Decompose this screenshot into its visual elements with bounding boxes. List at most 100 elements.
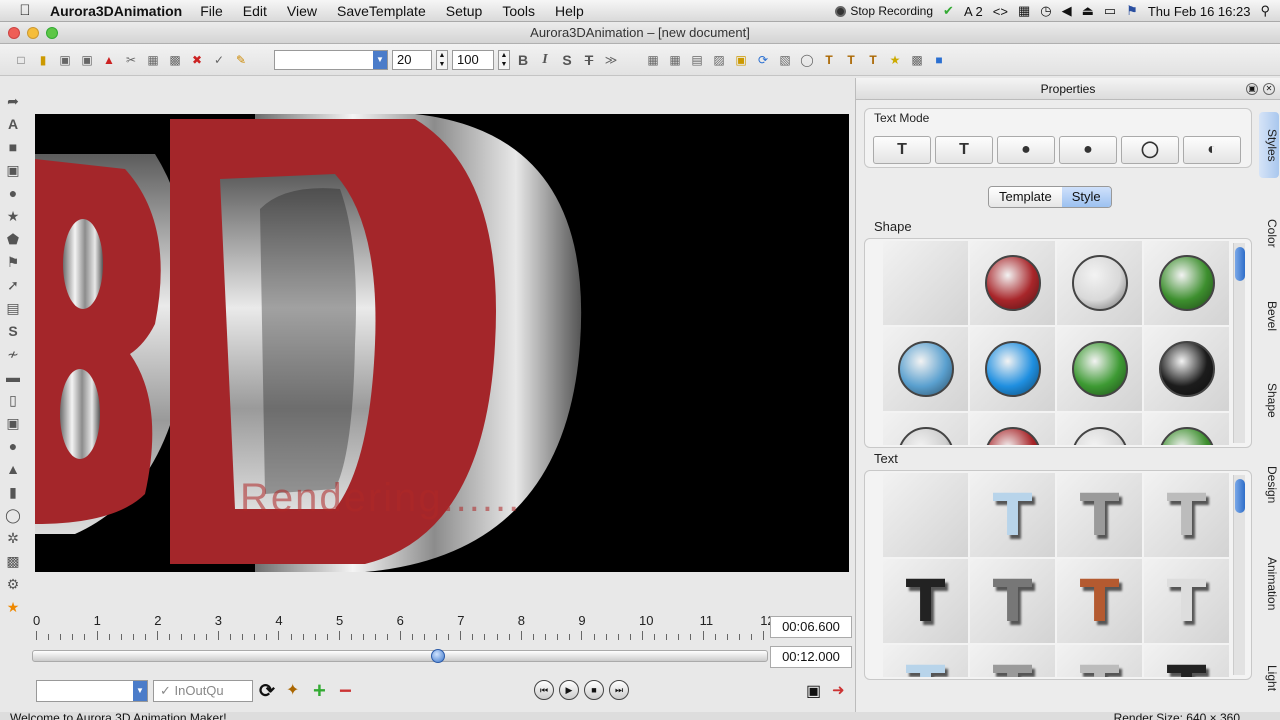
rounded-rect-icon[interactable]: ▣: [4, 161, 22, 179]
checkmark-icon[interactable]: ✔: [943, 3, 954, 19]
font-size-stepper[interactable]: ▲ ▼: [436, 49, 448, 70]
s-shape-icon[interactable]: S: [4, 322, 22, 340]
battery-icon[interactable]: ▭: [1104, 3, 1116, 19]
effect-icon[interactable]: ★: [4, 598, 22, 616]
text-style-swatch[interactable]: T: [1057, 473, 1142, 557]
side-tab-animation[interactable]: Animation: [1259, 538, 1279, 630]
menu-help[interactable]: Help: [555, 3, 584, 19]
cylinder-icon[interactable]: ◯: [798, 51, 816, 69]
flag-shape-icon[interactable]: ⚑: [4, 253, 22, 271]
text-style-swatch[interactable]: T: [970, 473, 1055, 557]
stop-button[interactable]: ■: [584, 680, 604, 700]
text-scroll-thumb[interactable]: [1235, 479, 1245, 513]
camera-icon[interactable]: ▩: [908, 51, 926, 69]
text-t3-icon[interactable]: T: [864, 51, 882, 69]
pointer-icon[interactable]: ➦: [4, 92, 22, 110]
timeline-ruler[interactable]: 0 1 2 3 4 5 6 7 8 9 10 11 12: [32, 610, 775, 646]
strike-button[interactable]: T: [580, 52, 598, 68]
rectangle-icon[interactable]: ■: [4, 138, 22, 156]
italic-button[interactable]: I: [536, 52, 554, 68]
copy-icon[interactable]: ▦: [144, 51, 162, 69]
play-button[interactable]: ▶: [559, 680, 579, 700]
minimize-window-button[interactable]: [27, 27, 39, 39]
cube-icon[interactable]: ▣: [732, 51, 750, 69]
cylinder-tool-icon[interactable]: ▯: [4, 391, 22, 409]
rotate-icon[interactable]: ⟳: [754, 51, 772, 69]
gear-icon[interactable]: ⚙: [4, 575, 22, 593]
add-keyframe-icon[interactable]: +: [313, 678, 326, 704]
spotlight-icon[interactable]: ⚲: [1260, 3, 1270, 19]
close-icon[interactable]: ✕: [1263, 83, 1275, 95]
side-tab-shape[interactable]: Shape: [1259, 370, 1279, 430]
detach-icon[interactable]: ▣: [1246, 83, 1258, 95]
screen-icon[interactable]: ▣: [806, 681, 821, 701]
layout-icon[interactable]: ▦: [666, 51, 684, 69]
cone-icon[interactable]: ▲: [4, 460, 22, 478]
input-indicator[interactable]: A 2: [964, 4, 983, 19]
text-style-swatch[interactable]: T: [970, 645, 1055, 677]
image-icon[interactable]: ▩: [4, 552, 22, 570]
text-style-swatch[interactable]: T: [1057, 645, 1142, 677]
capsule-icon[interactable]: ▮: [4, 483, 22, 501]
refresh-icon[interactable]: ⟳: [259, 680, 275, 703]
delete-icon[interactable]: ✖: [188, 51, 206, 69]
text-style-swatch[interactable]: T: [883, 559, 968, 643]
shape-swatch[interactable]: [883, 327, 968, 411]
scale-stepper[interactable]: ▲ ▼: [498, 49, 510, 70]
side-tab-light[interactable]: Light: [1259, 653, 1279, 703]
magic-wand-icon[interactable]: ✦: [286, 680, 299, 700]
grid-icon[interactable]: ▦: [1018, 3, 1030, 19]
current-time-field[interactable]: 00:06.600: [770, 616, 852, 638]
pencil-icon[interactable]: ✎: [232, 51, 250, 69]
save-as-icon[interactable]: ▣: [78, 51, 96, 69]
stop-recording[interactable]: Stop Recording: [835, 4, 933, 18]
forward-button[interactable]: ⏭: [609, 680, 629, 700]
text-mode-outline[interactable]: ◐: [1183, 136, 1241, 164]
scale-input[interactable]: 100: [452, 49, 494, 70]
code-icon[interactable]: <>: [993, 4, 1008, 19]
ring-icon[interactable]: ◯: [4, 506, 22, 524]
shape-swatch[interactable]: [970, 241, 1055, 325]
shape-swatch[interactable]: [1144, 413, 1229, 445]
timeline-playhead[interactable]: [430, 649, 445, 663]
rewind-button[interactable]: ⏮: [534, 680, 554, 700]
text-mode-round-bevel[interactable]: ●: [1059, 136, 1117, 164]
spring-icon[interactable]: ✲: [4, 529, 22, 547]
shape-scrollbar[interactable]: [1233, 243, 1245, 443]
arrow-tool-icon[interactable]: ➚: [4, 276, 22, 294]
circle-icon[interactable]: ●: [4, 184, 22, 202]
menu-edit[interactable]: Edit: [243, 3, 267, 19]
import-icon[interactable]: ▲: [100, 51, 118, 69]
text-style-swatch[interactable]: T: [883, 645, 968, 677]
apple-icon[interactable]: : [0, 2, 50, 19]
sphere-icon[interactable]: ●: [4, 437, 22, 455]
close-window-button[interactable]: [8, 27, 20, 39]
shape-swatch[interactable]: [1144, 241, 1229, 325]
copy-obj-icon[interactable]: ▧: [776, 51, 794, 69]
font-select[interactable]: ▼: [274, 49, 388, 70]
tab-template[interactable]: Template: [989, 187, 1062, 207]
text-style-swatch[interactable]: T: [1144, 645, 1229, 677]
text-mode-round[interactable]: ●: [997, 136, 1055, 164]
shape-swatch[interactable]: [1057, 327, 1142, 411]
star-icon[interactable]: ★: [886, 51, 904, 69]
menu-tools[interactable]: Tools: [502, 3, 535, 19]
text-mode-extrude[interactable]: T: [935, 136, 993, 164]
clock-icon[interactable]: ◷: [1040, 3, 1051, 19]
text-style-swatch[interactable]: T: [970, 559, 1055, 643]
easing-select[interactable]: ✓ InOutQu: [153, 680, 253, 702]
tab-style[interactable]: Style: [1061, 187, 1111, 207]
layer-icon[interactable]: ▨: [710, 51, 728, 69]
text-box-icon[interactable]: ▤: [4, 299, 22, 317]
text-style-swatch[interactable]: T: [1057, 559, 1142, 643]
edit-icon[interactable]: ▤: [688, 51, 706, 69]
side-tab-design[interactable]: Design: [1259, 453, 1279, 517]
star-tool-icon[interactable]: ★: [4, 207, 22, 225]
keyframe-select[interactable]: ▼: [36, 680, 148, 702]
timeline-track[interactable]: [32, 649, 768, 663]
side-tab-bevel[interactable]: Bevel: [1259, 286, 1279, 346]
text-mode-circle[interactable]: ◯: [1121, 136, 1179, 164]
menu-savetemplate[interactable]: SaveTemplate: [337, 3, 426, 19]
app-name[interactable]: Aurora3DAnimation: [50, 3, 182, 19]
shape-swatch[interactable]: [1057, 413, 1142, 445]
